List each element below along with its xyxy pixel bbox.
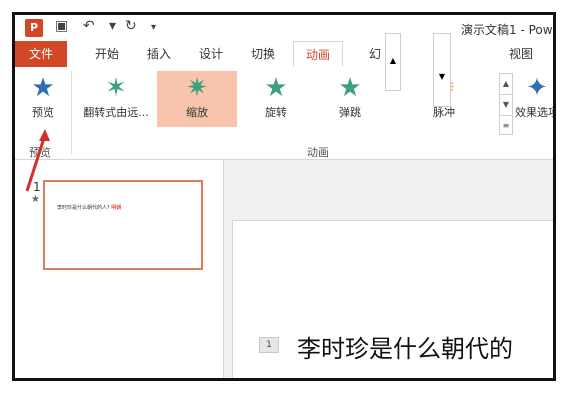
tab-view[interactable]: 视图 [501,41,541,67]
tab-file[interactable]: 文件 [15,41,67,67]
animation-star-icon: ★ [31,194,40,205]
tab-home[interactable]: 开始 [87,41,127,67]
tab-transitions[interactable]: 切换 [243,41,283,67]
powerpoint-logo-icon: P [25,19,43,37]
effect-options-icon: ✦ [526,73,548,103]
preview-group-label: 预览 [29,146,51,159]
slide-editor: 1 李时珍是什么朝代的 [224,160,553,378]
gallery-down-icon[interactable]: ▼ [500,95,512,116]
slide-thumbnail[interactable]: 李时珍是什么朝代的人? 明朝 [43,180,203,270]
slide-text[interactable]: 李时珍是什么朝代的 [297,329,513,364]
star-preview-icon: ★ [31,73,55,103]
zoom-star-icon: ✷ [186,73,208,103]
spin-star-icon: ★ [264,73,288,103]
animations-group-label: 动画 [307,146,329,159]
group-divider [71,71,72,155]
tab-animations[interactable]: 动画 [293,41,343,67]
undo-dropdown-icon[interactable]: ▾ [109,18,116,34]
customize-quick-access-icon[interactable]: ▾ [151,22,156,33]
flip-star-icon: ✶ [105,73,127,103]
undo-icon[interactable]: ↶ [83,18,95,34]
slides-panel: 1 ★ 李时珍是什么朝代的人? 明朝 [15,160,224,378]
overlay-scrollbar-2[interactable]: ▼ [433,33,451,107]
ribbon-tabs: 文件 开始 插入 设计 切换 动画 幻 视图 [15,41,553,68]
save-icon[interactable]: ▣ [55,18,68,34]
ribbon-animations: ★ 预览 ✶ 翻转式由远... ✷ 缩放 ★ 旋转 ★ 弹跳 ✺ 脉冲 ▲ ▼ … [15,33,553,160]
animation-order-tag[interactable]: 1 [259,337,279,353]
animation-flip[interactable]: ✶ 翻转式由远... [77,71,155,127]
gallery-up-icon[interactable]: ▲ [500,74,512,95]
animation-zoom[interactable]: ✷ 缩放 [157,71,237,127]
app-window: P ▣ ↶ ▾ ↻ ▾ 演示文稿1 - Pow 文件 开始 插入 设计 切换 动… [12,12,556,381]
bounce-star-icon: ★ [338,73,362,103]
title-bar: P ▣ ↶ ▾ ↻ ▾ 演示文稿1 - Pow [15,15,553,41]
thumb-question: 李时珍是什么朝代的人? [57,205,110,211]
animation-bounce[interactable]: ★ 弹跳 [315,71,385,127]
animation-spin[interactable]: ★ 旋转 [241,71,311,127]
slide-number: 1 [33,180,41,194]
thumb-answer: 明朝 [111,205,122,211]
overlay-scrollbar-1[interactable]: ▲ [385,33,401,91]
redo-icon[interactable]: ↻ [125,18,137,34]
tab-slideshow[interactable]: 幻 [365,41,385,67]
gallery-more-icon[interactable]: ≡ [500,116,512,136]
document-title: 演示文稿1 - Pow [461,23,553,37]
tab-insert[interactable]: 插入 [139,41,179,67]
slide-canvas[interactable]: 1 李时珍是什么朝代的 [232,220,553,378]
tab-design[interactable]: 设计 [191,41,231,67]
preview-button[interactable]: ★ 预览 [21,71,65,127]
effect-options-button[interactable]: ✦ 效果选项 [515,71,553,127]
animation-gallery-scrollbar[interactable]: ▲ ▼ ≡ [499,73,513,135]
overlay-down-icon[interactable]: ▼ [434,72,450,81]
overlay-up-icon[interactable]: ▲ [386,56,400,65]
